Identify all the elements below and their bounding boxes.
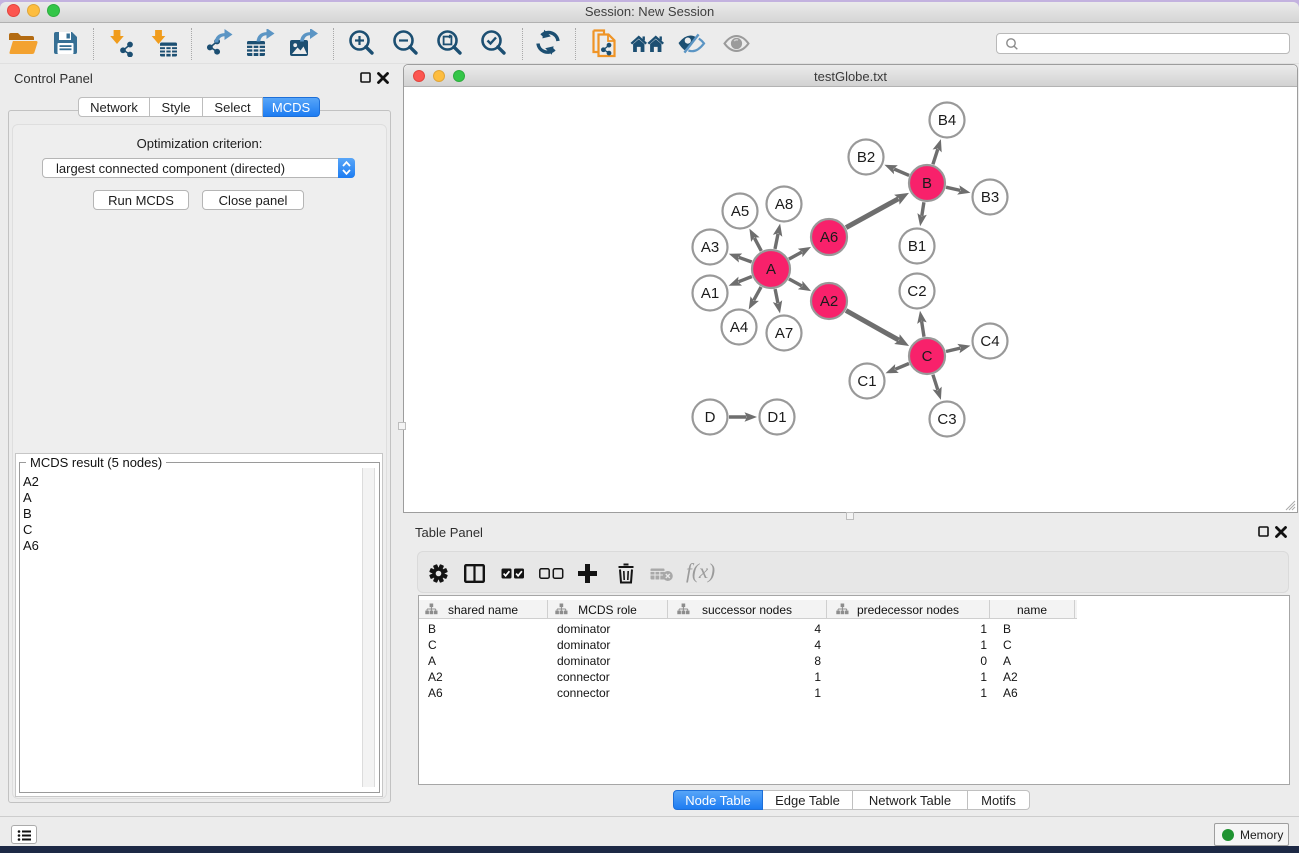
svg-text:A: A [766,261,776,278]
svg-text:B4: B4 [938,112,956,129]
svg-text:A8: A8 [775,196,793,213]
svg-text:A7: A7 [775,325,793,342]
svg-text:C1: C1 [857,373,876,390]
svg-text:A6: A6 [820,229,838,246]
svg-text:B1: B1 [908,238,926,255]
svg-text:D: D [705,409,716,426]
svg-text:A3: A3 [701,239,719,256]
svg-text:B2: B2 [857,149,875,166]
svg-text:A1: A1 [701,285,719,302]
svg-text:A5: A5 [731,203,749,220]
svg-text:C3: C3 [937,411,956,428]
svg-text:B3: B3 [981,189,999,206]
svg-text:A2: A2 [820,293,838,310]
svg-text:A4: A4 [730,319,748,336]
svg-text:D1: D1 [767,409,786,426]
svg-text:C: C [922,348,933,365]
svg-text:C2: C2 [907,283,926,300]
svg-text:C4: C4 [980,333,999,350]
svg-text:B: B [922,175,932,192]
